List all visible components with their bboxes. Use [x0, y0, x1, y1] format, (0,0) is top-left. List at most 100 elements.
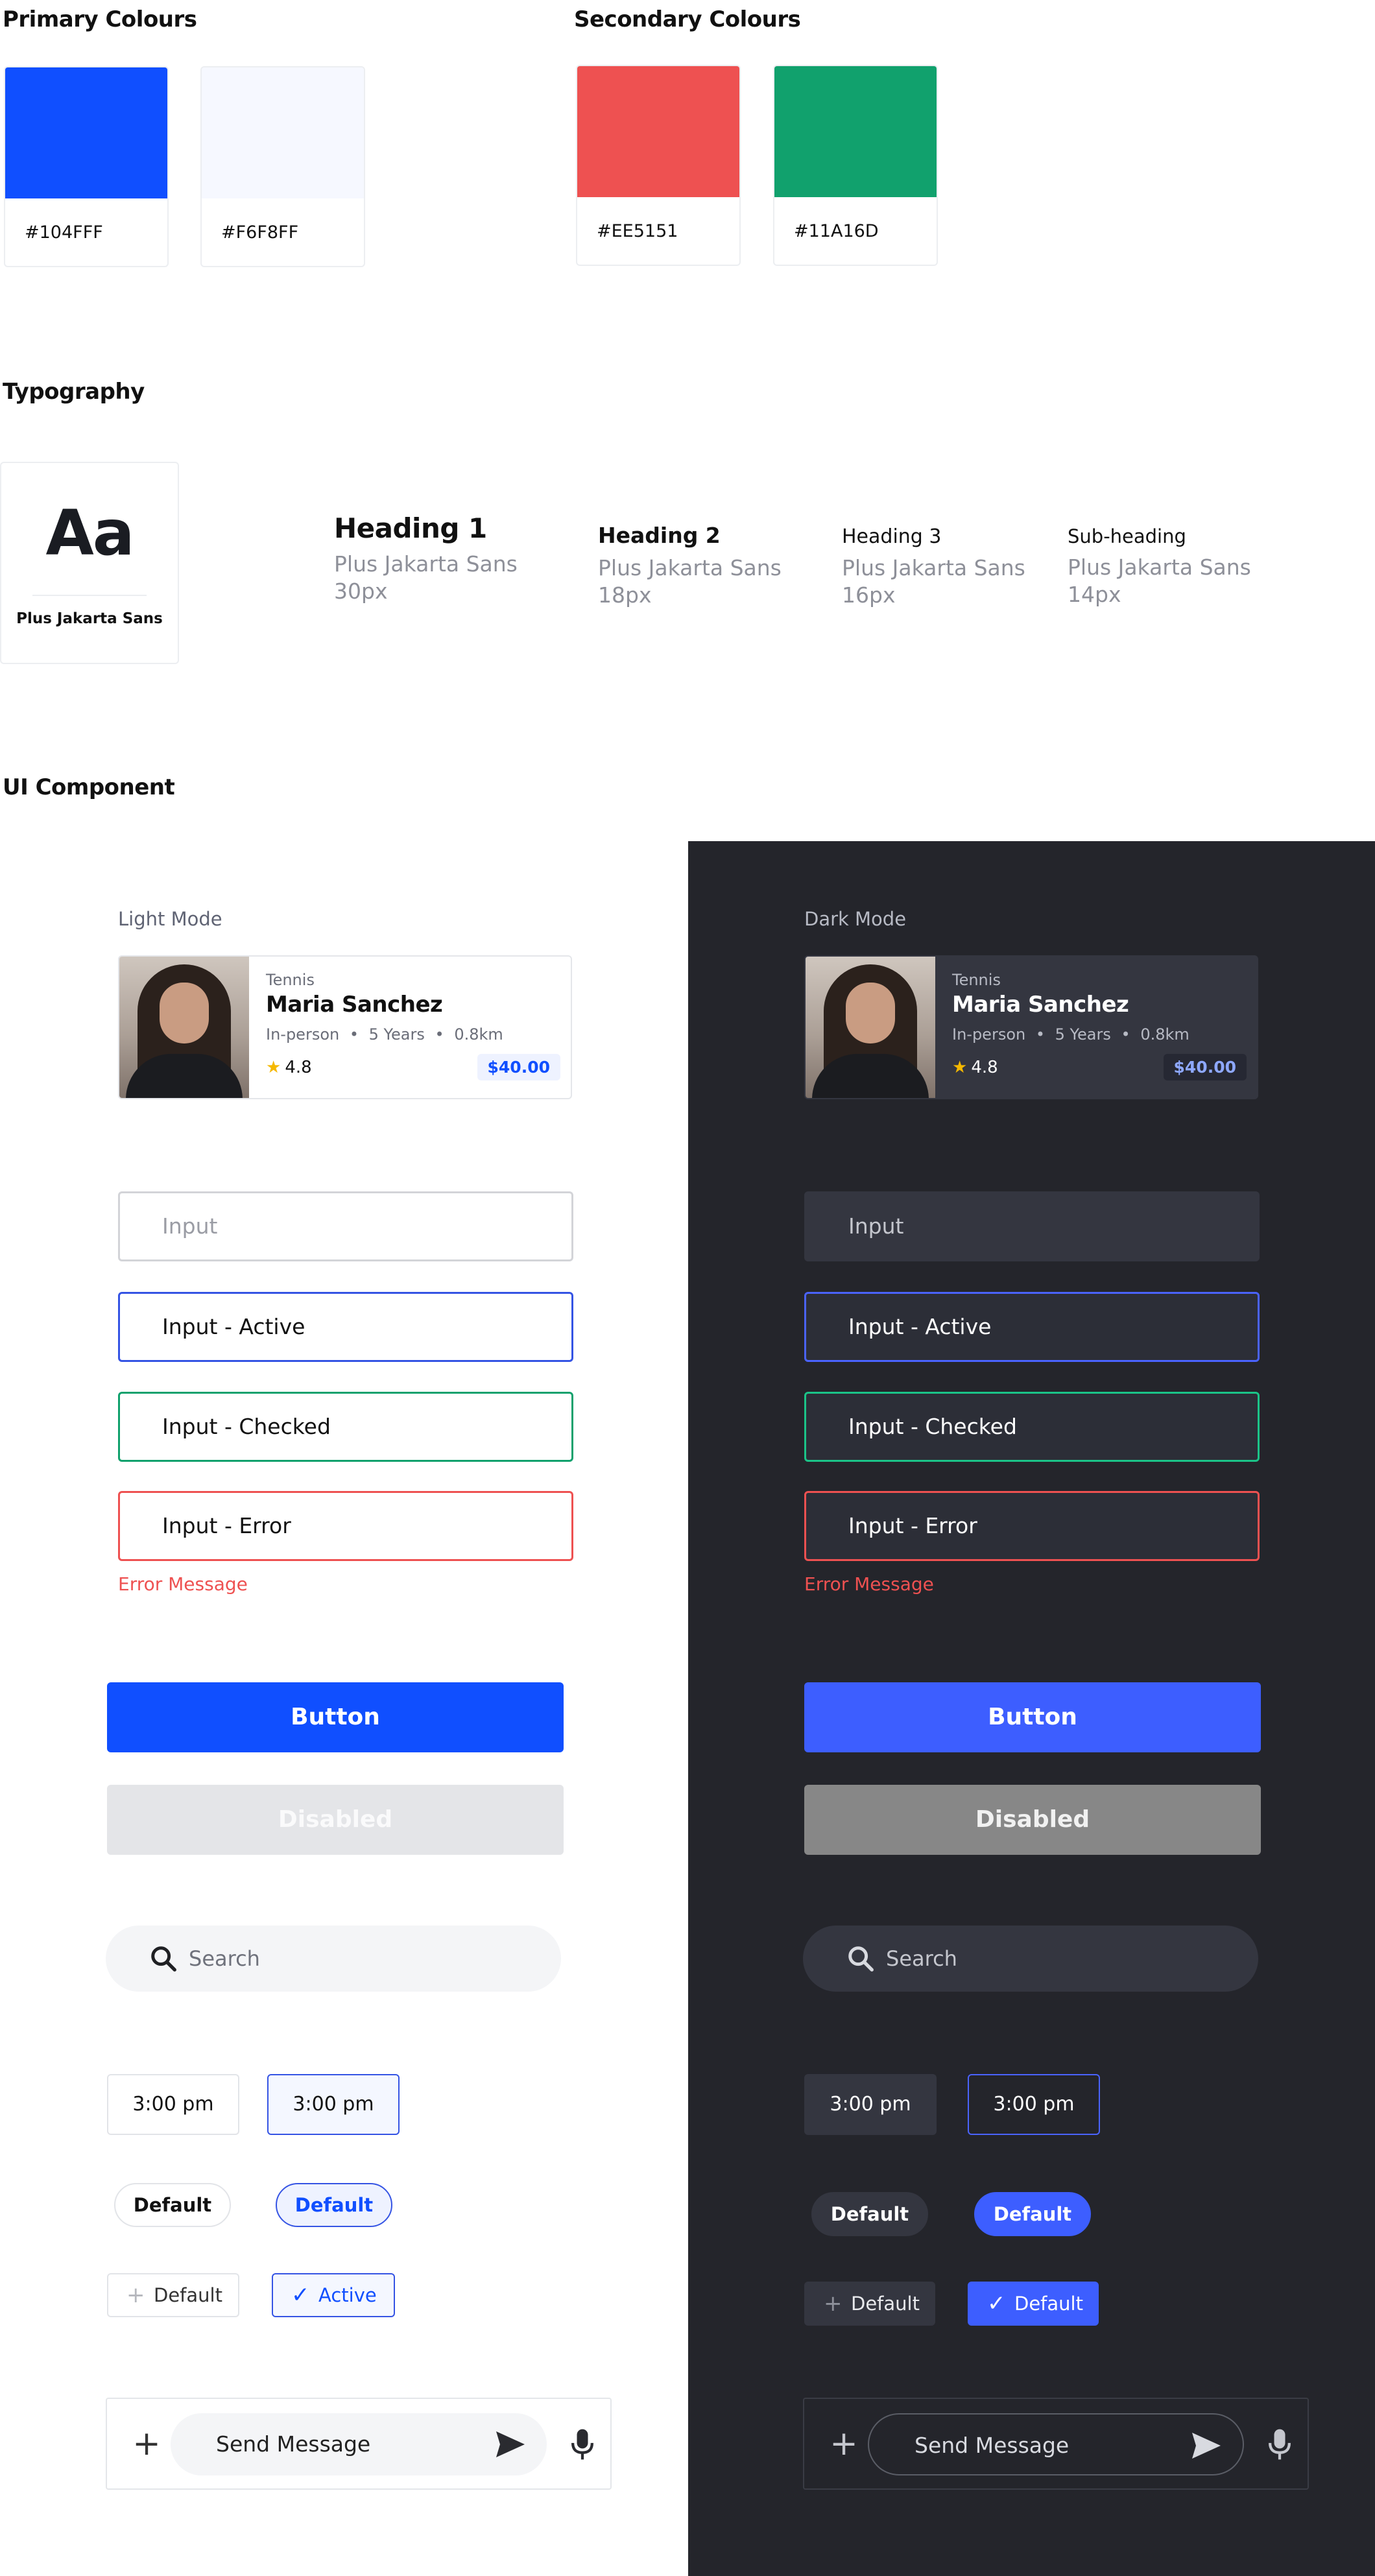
- rating-value: 4.8: [971, 1058, 998, 1077]
- session-type: In-person: [952, 1025, 1026, 1044]
- check-icon: ✓: [291, 2282, 310, 2308]
- plus-icon: +: [126, 2282, 145, 2308]
- tag-default[interactable]: + Default: [107, 2273, 239, 2317]
- color-hex-label: #EE5151: [597, 221, 678, 241]
- search-bar[interactable]: Search: [106, 1926, 561, 1992]
- tag-label: Default: [154, 2284, 222, 2306]
- message-placeholder: Send Message: [915, 2433, 1070, 2458]
- error-message-dark: Error Message: [804, 1573, 934, 1595]
- input-active[interactable]: Input - Active: [118, 1292, 573, 1362]
- input-default-dark[interactable]: Input: [804, 1191, 1260, 1261]
- secondary-colours-title: Secondary Colours: [574, 6, 801, 32]
- input-error[interactable]: Input - Error: [118, 1491, 573, 1561]
- separator-dot: •: [349, 1025, 359, 1044]
- primary-colours-title: Primary Colours: [3, 6, 197, 32]
- time-slot-selected-dark[interactable]: 3:00 pm: [968, 2074, 1100, 2135]
- time-slot[interactable]: 3:00 pm: [107, 2074, 239, 2135]
- type-style-size: 16px: [842, 582, 896, 608]
- pill-selected-dark[interactable]: Default: [974, 2192, 1091, 2236]
- coach-card-dark[interactable]: Tennis Maria Sanchez In-person • 5 Years…: [804, 955, 1258, 1099]
- tag-label: Active: [318, 2284, 377, 2306]
- type-style-font: Plus Jakarta Sans: [842, 555, 1025, 580]
- font-sample-glyph: Aa: [45, 497, 134, 569]
- type-style-font: Plus Jakarta Sans: [1068, 555, 1251, 580]
- ui-component-title: UI Component: [3, 774, 175, 800]
- session-type: In-person: [266, 1025, 340, 1044]
- add-attachment-button[interactable]: +: [126, 2424, 167, 2464]
- type-style-font: Plus Jakarta Sans: [598, 555, 782, 580]
- type-style-name: Heading 2: [598, 523, 721, 548]
- type-style-size: 14px: [1068, 582, 1121, 607]
- input-error-dark[interactable]: Input - Error: [804, 1491, 1260, 1561]
- light-mode-label: Light Mode: [118, 908, 222, 930]
- type-style-heading-2: Heading 2 Plus Jakarta Sans 18px: [598, 523, 782, 609]
- coach-meta: In-person • 5 Years • 0.8km: [266, 1025, 503, 1044]
- tag-label: Default: [851, 2293, 920, 2315]
- color-chip: [202, 67, 364, 198]
- font-specimen-card: Aa Plus Jakarta Sans: [0, 462, 179, 664]
- plus-icon: +: [824, 2291, 843, 2317]
- type-style-sub-heading: Sub-heading Plus Jakarta Sans 14px: [1068, 525, 1251, 608]
- experience: 5 Years: [368, 1025, 425, 1044]
- experience: 5 Years: [1055, 1025, 1111, 1044]
- color-chip: [577, 66, 739, 197]
- add-attachment-button[interactable]: +: [824, 2424, 864, 2464]
- input-active-dark[interactable]: Input - Active: [804, 1292, 1260, 1362]
- typography-title: Typography: [3, 379, 145, 405]
- price-badge: $40.00: [1163, 1054, 1247, 1080]
- color-chip: [5, 67, 167, 198]
- coach-sport: Tennis: [266, 971, 315, 989]
- disabled-button-dark[interactable]: Disabled: [804, 1785, 1261, 1855]
- pill-selected[interactable]: Default: [276, 2183, 392, 2227]
- message-input[interactable]: Send Message: [868, 2413, 1244, 2475]
- input-checked-dark[interactable]: Input - Checked: [804, 1392, 1260, 1462]
- send-icon[interactable]: [1191, 2431, 1222, 2460]
- color-hex-label: #11A16D: [794, 221, 879, 241]
- send-icon[interactable]: [495, 2430, 526, 2459]
- type-style-name: Sub-heading: [1068, 525, 1186, 547]
- disabled-button[interactable]: Disabled: [107, 1785, 564, 1855]
- primary-button-dark[interactable]: Button: [804, 1682, 1261, 1752]
- tag-default-dark[interactable]: + Default: [804, 2282, 935, 2326]
- divider: [32, 595, 147, 596]
- separator-dot: •: [1035, 1025, 1046, 1044]
- search-bar-dark[interactable]: Search: [803, 1926, 1258, 1992]
- search-icon: [848, 1946, 874, 1972]
- time-slot-selected[interactable]: 3:00 pm: [267, 2074, 400, 2135]
- input-checked[interactable]: Input - Checked: [118, 1392, 573, 1462]
- type-style-size: 18px: [598, 582, 652, 608]
- pill-default-dark[interactable]: Default: [811, 2192, 928, 2236]
- search-icon: [151, 1946, 176, 1972]
- color-swatch-secondary-red: #EE5151: [576, 65, 741, 266]
- tag-active[interactable]: ✓ Active: [272, 2273, 395, 2317]
- rating-value: 4.8: [285, 1058, 312, 1077]
- star-icon: ★: [952, 1058, 968, 1077]
- distance: 0.8km: [454, 1025, 503, 1044]
- coach-sport: Tennis: [952, 971, 1001, 989]
- time-slot-dark[interactable]: 3:00 pm: [804, 2074, 937, 2135]
- primary-button[interactable]: Button: [107, 1682, 564, 1752]
- color-hex-label: #104FFF: [25, 222, 103, 243]
- coach-name: Maria Sanchez: [266, 992, 443, 1018]
- search-placeholder: Search: [886, 1946, 957, 1971]
- color-chip: [774, 66, 937, 197]
- coach-name: Maria Sanchez: [952, 992, 1129, 1018]
- microphone-icon[interactable]: [571, 2427, 593, 2461]
- color-swatch-primary-light: #F6F8FF: [200, 66, 365, 267]
- input-default[interactable]: Input: [118, 1191, 573, 1261]
- message-input[interactable]: Send Message: [171, 2413, 547, 2475]
- coach-avatar: [119, 957, 249, 1098]
- coach-avatar: [806, 957, 935, 1098]
- tag-active-dark[interactable]: ✓ Default: [968, 2282, 1099, 2326]
- microphone-icon[interactable]: [1269, 2427, 1291, 2461]
- coach-card[interactable]: Tennis Maria Sanchez In-person • 5 Years…: [118, 955, 572, 1099]
- separator-dot: •: [1121, 1025, 1130, 1044]
- check-icon: ✓: [987, 2291, 1006, 2317]
- coach-rating: ★ 4.8: [266, 1058, 312, 1077]
- coach-rating: ★ 4.8: [952, 1058, 998, 1077]
- price-badge: $40.00: [477, 1054, 560, 1080]
- type-style-heading-3: Heading 3 Plus Jakarta Sans 16px: [842, 525, 1025, 609]
- type-style-name: Heading 1: [334, 512, 487, 544]
- type-style-heading-1: Heading 1 Plus Jakarta Sans 30px: [334, 512, 518, 605]
- pill-default[interactable]: Default: [114, 2183, 231, 2227]
